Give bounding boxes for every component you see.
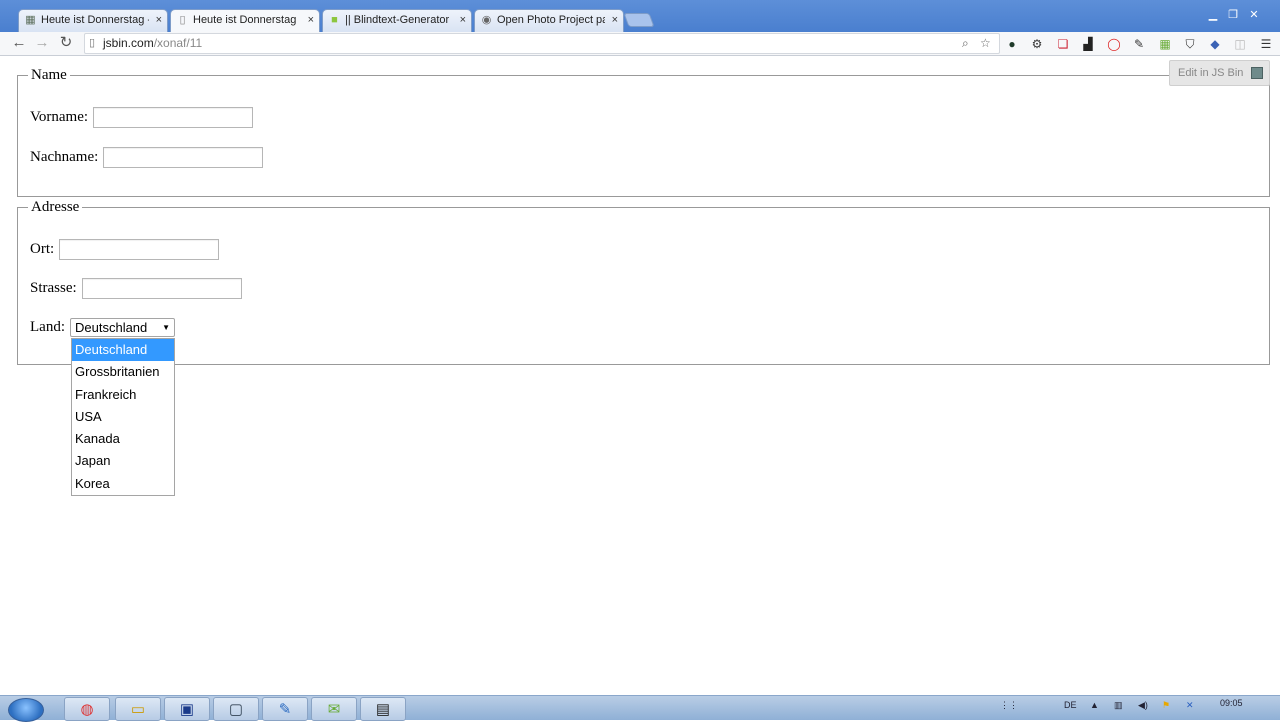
chrome-taskbar-icon[interactable]: ◍	[64, 697, 110, 721]
tab-close-icon[interactable]: ×	[308, 10, 314, 31]
mail-app-icon[interactable]: ✉	[311, 697, 357, 721]
zoom-icon[interactable]: ⌕	[962, 34, 969, 53]
land-option[interactable]: Kanada	[72, 428, 174, 450]
land-option[interactable]: Deutschland	[72, 339, 174, 362]
minimize-icon[interactable]: ▁	[1205, 8, 1221, 21]
restore-icon[interactable]: ❐	[1225, 8, 1241, 21]
tab-close-icon[interactable]: ×	[612, 10, 618, 31]
tray-flag-icon[interactable]: ⚑	[1162, 700, 1170, 711]
row-land: Land: Deutschland ▼	[30, 316, 175, 338]
new-tab-button[interactable]	[623, 13, 655, 27]
extension-grid-icon[interactable]: ▦	[1157, 36, 1173, 52]
clock-time[interactable]: 09:05	[1220, 698, 1243, 708]
nachname-input[interactable]	[103, 147, 264, 168]
row-vorname: Vorname:	[30, 106, 254, 128]
forward-arrow-icon[interactable]: →	[33, 34, 51, 52]
back-arrow-icon[interactable]: ←	[10, 34, 28, 52]
tray-arrow-icon[interactable]: ▲	[1090, 700, 1099, 710]
row-strasse: Strasse:	[30, 277, 242, 299]
land-option[interactable]: Frankreich	[72, 384, 174, 406]
jsbin-icon	[1251, 67, 1263, 79]
legend-adresse: Adresse	[28, 198, 83, 216]
save-disk-icon[interactable]: ▣	[164, 697, 210, 721]
window-close-icon[interactable]: ✕	[1246, 8, 1262, 21]
nachname-label: Nachname:	[30, 149, 99, 165]
menu-icon[interactable]: ☰	[1258, 36, 1274, 52]
ort-label: Ort:	[30, 241, 55, 257]
address-url: jsbin.com/xonaf/11	[103, 34, 202, 53]
land-select[interactable]: Deutschland ▼	[70, 318, 175, 337]
editor-app-icon[interactable]: ✎	[262, 697, 308, 721]
tab-blindtext-generator[interactable]: ■ || Blindtext-Generator | Lorem ipsum ×	[322, 9, 472, 32]
land-option[interactable]: Korea	[72, 473, 174, 495]
legend-name: Name	[28, 66, 70, 84]
tab-jsbin[interactable]: ▦ Heute ist Donnerstag - JS Bin ×	[18, 9, 168, 32]
bookmark-star-icon[interactable]: ☆	[980, 34, 991, 53]
vorname-label: Vorname:	[30, 109, 89, 125]
land-option[interactable]: Japan	[72, 450, 174, 472]
land-option[interactable]: USA	[72, 406, 174, 428]
explorer-folder-icon[interactable]: ▭	[115, 697, 161, 721]
jsbin-extension-icon[interactable]: ◫	[1232, 36, 1248, 52]
land-option[interactable]: Grossbritanien	[72, 361, 174, 383]
page-icon: ▯	[179, 14, 186, 26]
tab-open-photo-project[interactable]: ◉ Open Photo Project paper ×	[474, 9, 624, 32]
eyedropper-icon[interactable]: ✎	[1131, 36, 1147, 52]
vorname-input[interactable]	[93, 107, 254, 128]
land-label: Land:	[30, 319, 65, 335]
tab-close-icon[interactable]: ×	[460, 10, 466, 31]
language-indicator[interactable]: DE	[1064, 700, 1077, 710]
reload-icon[interactable]: ↻	[57, 34, 75, 52]
edit-in-jsbin-button[interactable]: Edit in JS Bin	[1169, 60, 1270, 86]
dropdown-arrow-icon: ▼	[162, 323, 170, 332]
url-path: /xonaf/11	[153, 36, 203, 50]
gear-icon[interactable]: ⚙	[1029, 36, 1045, 52]
land-dropdown-list: Deutschland Grossbritanien Frankreich US…	[71, 338, 175, 497]
jsbin-favicon-icon: ▦	[25, 14, 36, 26]
strasse-label: Strasse:	[30, 280, 77, 296]
fieldset-name: Name Vorname: Nachname:	[17, 66, 1270, 197]
address-bar[interactable]: ▯ jsbin.com/xonaf/11 ⌕ ☆	[84, 33, 1000, 54]
edit-in-jsbin-label: Edit in JS Bin	[1178, 67, 1244, 79]
strasse-input[interactable]	[81, 278, 242, 299]
url-host: jsbin.com	[103, 36, 154, 50]
window-app-icon[interactable]: ▢	[213, 697, 259, 721]
html5-icon[interactable]: ⛉	[1182, 36, 1198, 52]
tab-title: Open Photo Project paper	[497, 14, 605, 26]
tray-network-icon[interactable]: ▥	[1114, 700, 1123, 711]
tab-title: Heute ist Donnerstag - JS Bin	[41, 14, 149, 26]
start-button-icon[interactable]	[8, 698, 44, 722]
row-ort: Ort:	[30, 238, 220, 260]
land-selected-value: Deutschland	[75, 320, 148, 335]
tab-heute-ist-donnerstag[interactable]: ▯ Heute ist Donnerstag ×	[170, 9, 320, 32]
windows-taskbar: ◍ ▭ ▣ ▢ ✎ ✉ ▤ ⋮⋮ DE ▲ ▥ ◀) ⚑ ✕ 09:05	[0, 695, 1280, 722]
extension-square-icon[interactable]: ▟	[1080, 36, 1096, 52]
page-icon: ▯	[89, 37, 96, 49]
tab-close-icon[interactable]: ×	[156, 10, 162, 31]
blindtext-favicon-icon: ■	[331, 14, 338, 26]
tab-title: || Blindtext-Generator | Lorem ipsum	[345, 14, 453, 26]
opera-icon[interactable]: ◯	[1106, 36, 1122, 52]
tab-title: Heute ist Donnerstag	[193, 14, 297, 26]
tray-grip-icon: ⋮⋮	[1000, 700, 1018, 710]
ort-input[interactable]	[59, 239, 220, 260]
camera-app-icon[interactable]: ▤	[360, 697, 406, 721]
extension-bird-icon[interactable]: ◆	[1207, 36, 1223, 52]
row-nachname: Nachname:	[30, 146, 264, 168]
browser-toolbar: ← → ↻ ▯ jsbin.com/xonaf/11 ⌕ ☆ ● ⚙ ❏ ▟ ◯…	[0, 32, 1280, 56]
extension-windows-icon[interactable]: ❏	[1055, 36, 1071, 52]
fieldset-adresse: Adresse Ort: Strasse: Land: Deutschland ▼	[17, 198, 1270, 365]
tray-volume-icon[interactable]: ◀)	[1138, 700, 1148, 711]
tray-app-icon[interactable]: ✕	[1186, 700, 1194, 711]
openphoto-favicon-icon: ◉	[481, 14, 492, 26]
browser-tab-strip: ▦ Heute ist Donnerstag - JS Bin × ▯ Heut…	[0, 0, 1280, 32]
extension-circle-icon[interactable]: ●	[1004, 36, 1020, 52]
page-content: Name Vorname: Nachname: Adresse Ort: Str…	[0, 57, 1280, 695]
